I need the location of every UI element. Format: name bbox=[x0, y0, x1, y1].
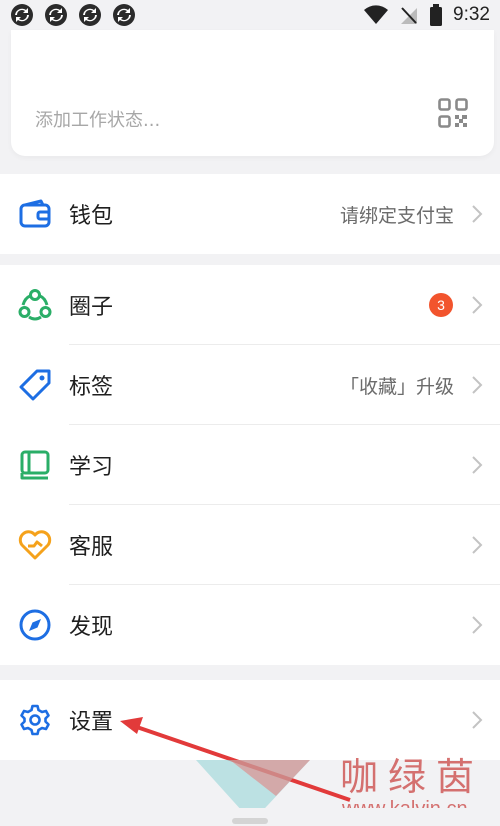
home-indicator[interactable] bbox=[232, 818, 268, 824]
annotation-arrow bbox=[120, 717, 351, 802]
